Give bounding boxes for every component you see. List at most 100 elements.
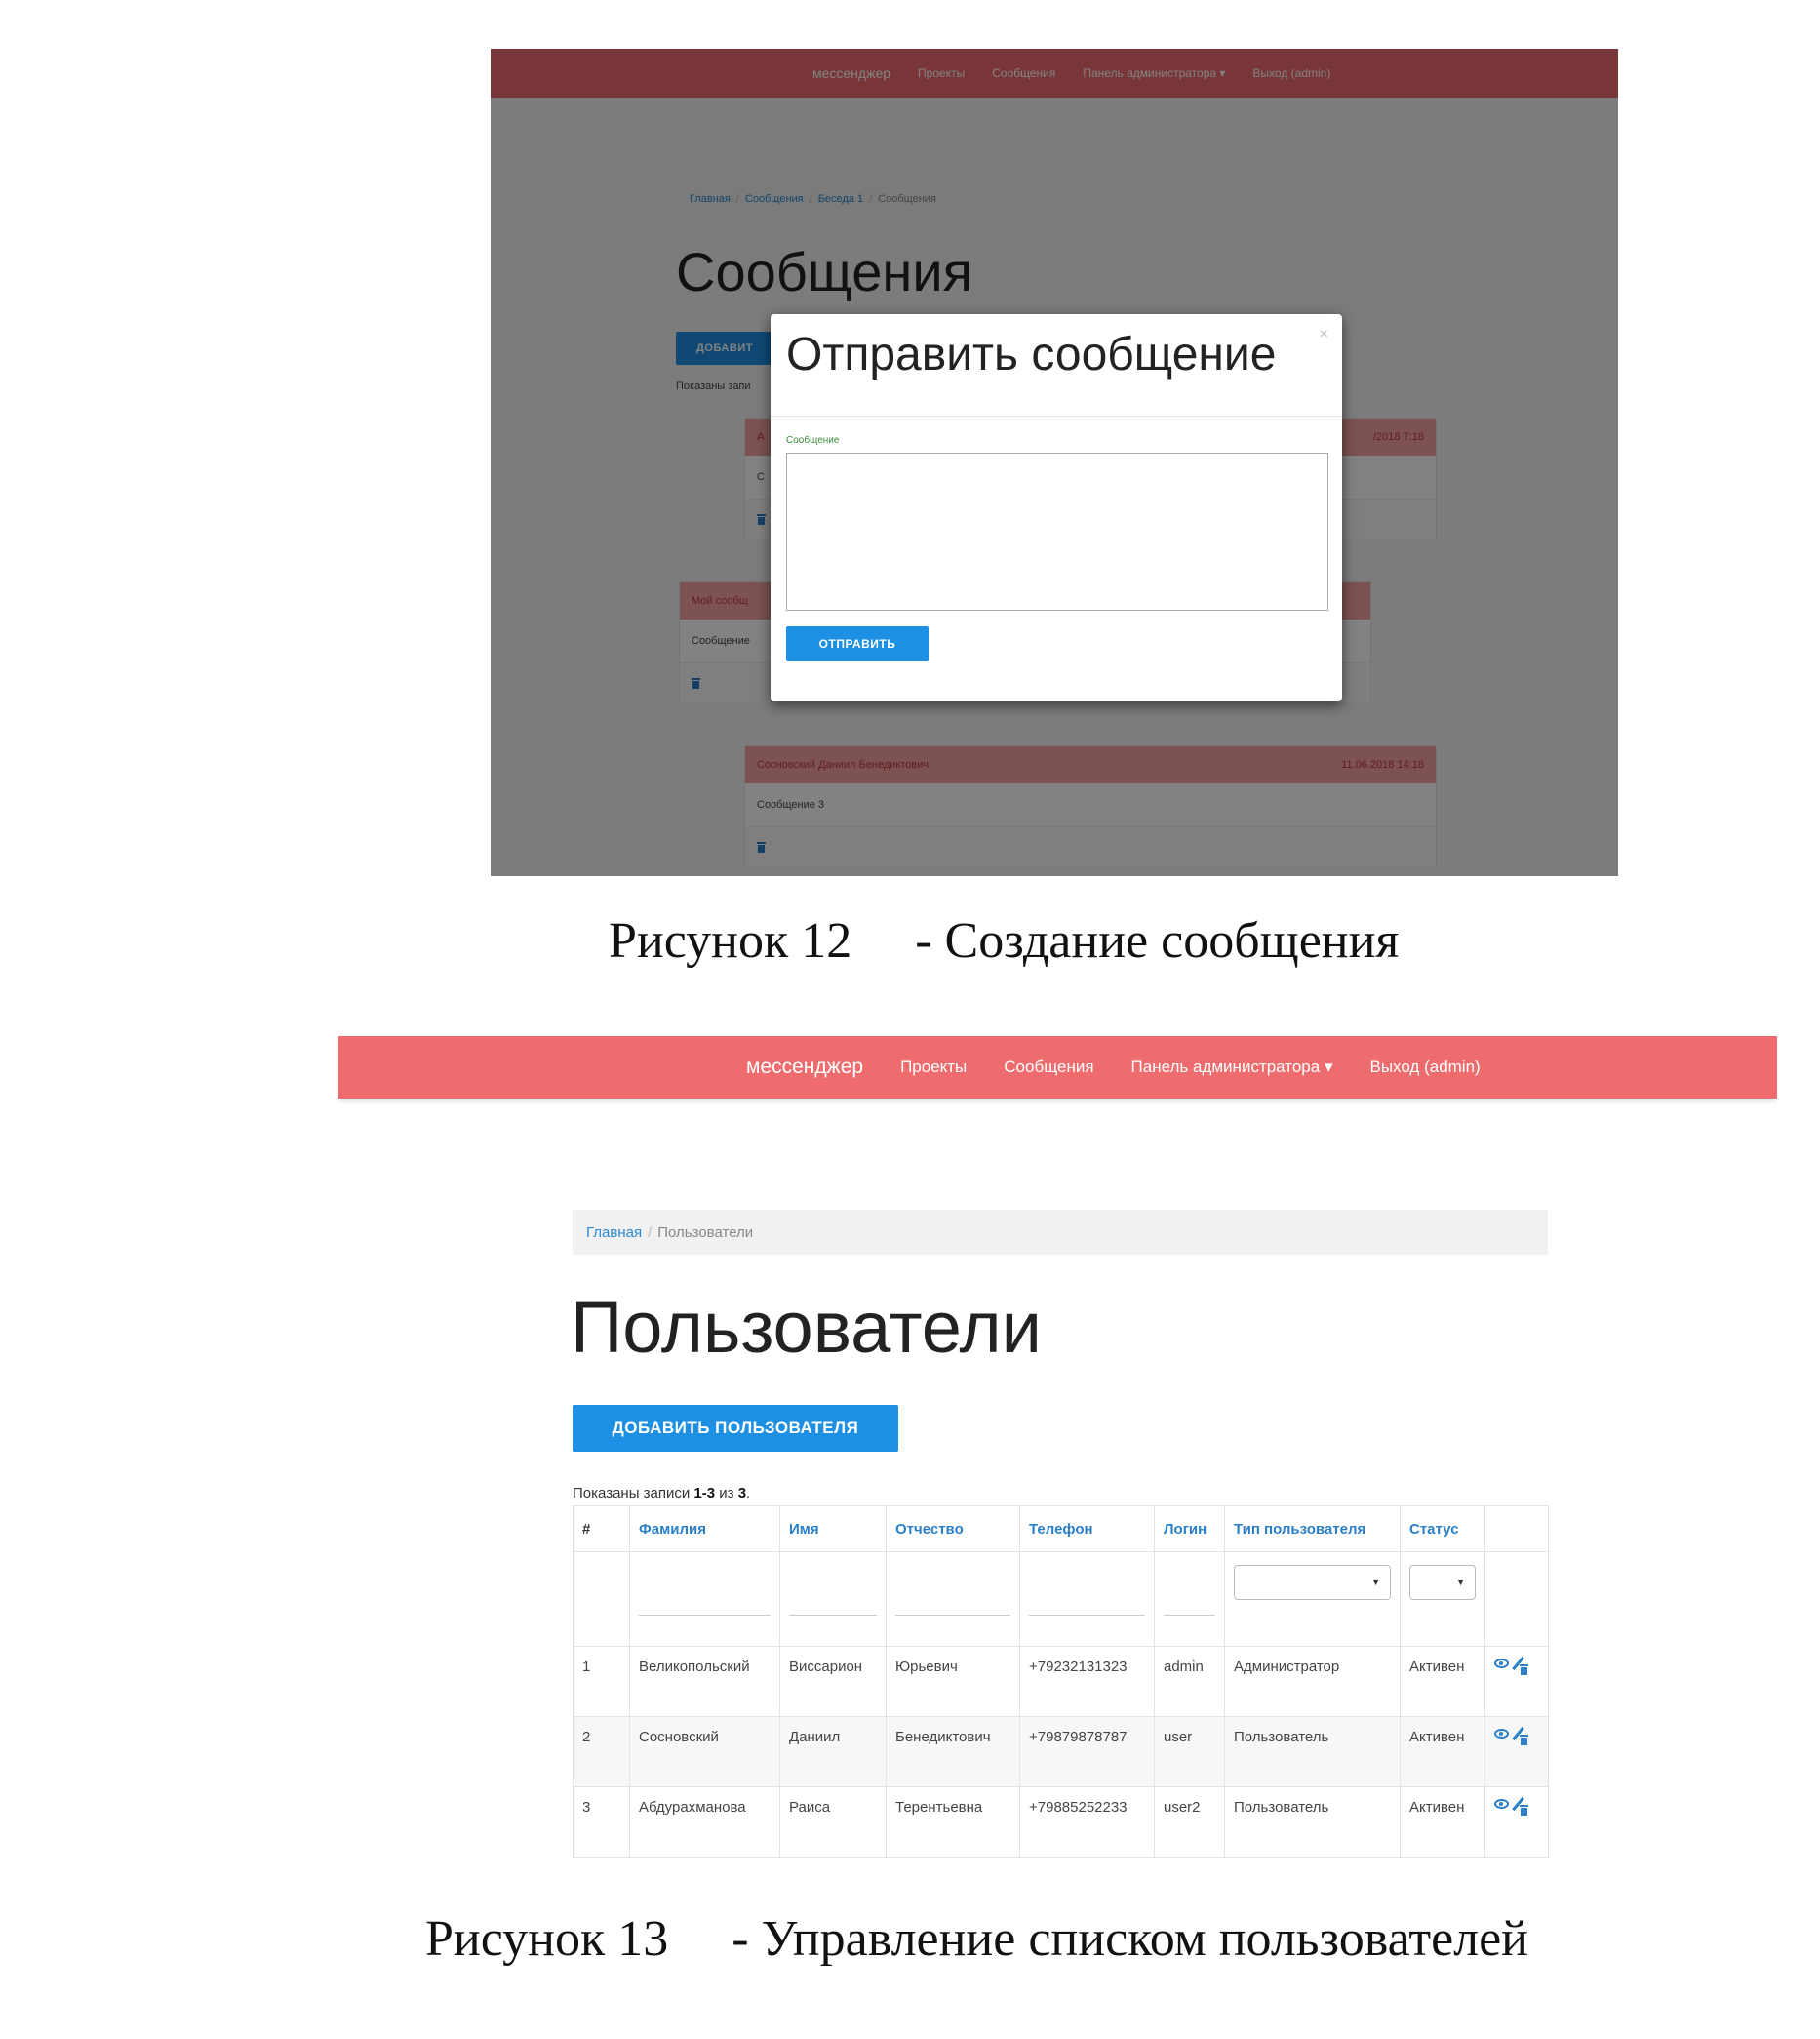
nav-item-projects[interactable]: Проекты [900, 1058, 967, 1077]
status-filter-select[interactable]: ▼ [1409, 1565, 1476, 1600]
filter-cell: ▼ [1224, 1551, 1401, 1647]
caret-down-icon: ▼ [1371, 1578, 1380, 1587]
cell-name: Раиса [779, 1786, 887, 1858]
summary-text: Показаны записи 1-3 из 3. [573, 1485, 750, 1501]
breadcrumb-home[interactable]: Главная [586, 1224, 642, 1241]
summary-range: 1-3 [693, 1485, 716, 1501]
filter-cell [1019, 1551, 1155, 1647]
figure-13-screenshot: мессенджер Проекты Сообщения Панель адми… [338, 1036, 1777, 1863]
cell-login: user2 [1154, 1786, 1225, 1858]
filter-cell [779, 1551, 887, 1647]
caption-label: Рисунок [425, 1911, 606, 1967]
add-user-button[interactable]: ДОБАВИТЬ ПОЛЬЗОВАТЕЛЯ [573, 1405, 898, 1452]
column-header-name[interactable]: Имя [779, 1505, 887, 1552]
cell-surname: Сосновский [629, 1716, 780, 1787]
summary-total: 3 [737, 1485, 747, 1501]
breadcrumb-current: Пользователи [657, 1223, 754, 1241]
table-row: 1 Великопольский Виссарион Юрьевич +7923… [573, 1646, 1549, 1717]
navbar-brand[interactable]: мессенджер [746, 1056, 863, 1079]
figure-12-screenshot: мессенджер Проекты Сообщения Панель адми… [491, 49, 1618, 876]
caption-number: 13 [617, 1911, 669, 1967]
cell-number: 2 [573, 1716, 630, 1787]
send-button[interactable]: ОТПРАВИТЬ [786, 626, 929, 661]
filter-cell [573, 1551, 630, 1647]
caption-number: 12 [801, 913, 852, 969]
summary-suffix: . [746, 1485, 751, 1501]
cell-login: user [1154, 1716, 1225, 1787]
trash-icon[interactable] [1520, 1805, 1528, 1816]
cell-patronymic: Бенедиктович [886, 1716, 1020, 1787]
column-header-actions [1484, 1505, 1549, 1552]
cell-phone: +79879878787 [1019, 1716, 1155, 1787]
filter-cell [629, 1551, 780, 1647]
cell-login: admin [1154, 1646, 1225, 1717]
login-filter-input[interactable] [1164, 1587, 1215, 1616]
modal-title: Отправить сообщение [786, 329, 1277, 380]
cell-status: Активен [1400, 1716, 1485, 1787]
nav-item-logout[interactable]: Выход (admin) [1369, 1058, 1480, 1077]
breadcrumb-separator: / [648, 1223, 653, 1241]
users-table: # Фамилия Имя Отчество Телефон Логин Тип… [573, 1505, 1549, 1858]
cell-actions [1484, 1786, 1549, 1858]
column-header-patronymic[interactable]: Отчество [886, 1505, 1020, 1552]
page-title: Пользователи [571, 1287, 1042, 1368]
cell-surname: Великопольский [629, 1646, 780, 1717]
filter-cell: ▼ [1400, 1551, 1485, 1647]
cell-phone: +79885252233 [1019, 1786, 1155, 1858]
modal-divider [771, 416, 1342, 417]
cell-status: Активен [1400, 1646, 1485, 1717]
column-header-phone[interactable]: Телефон [1019, 1505, 1155, 1552]
cell-status: Активен [1400, 1786, 1485, 1858]
column-header-user-type[interactable]: Тип пользователя [1224, 1505, 1401, 1552]
cell-actions [1484, 1716, 1549, 1787]
nav-item-messages[interactable]: Сообщения [1004, 1058, 1093, 1077]
filter-cell [886, 1551, 1020, 1647]
column-header-surname[interactable]: Фамилия [629, 1505, 780, 1552]
name-filter-input[interactable] [789, 1587, 877, 1616]
cell-name: Виссарион [779, 1646, 887, 1717]
cell-patronymic: Юрьевич [886, 1646, 1020, 1717]
caption-label: Рисунок [609, 913, 789, 969]
cell-user-type: Пользователь [1224, 1716, 1401, 1787]
figure-12-caption: Рисунок 12 - Создание сообщения [609, 912, 1399, 970]
trash-icon[interactable] [1520, 1664, 1528, 1675]
caption-text: - Управление списком пользователей [732, 1911, 1528, 1967]
send-message-modal: Отправить сообщение × Сообщение ОТПРАВИТ… [771, 314, 1342, 701]
cell-number: 1 [573, 1646, 630, 1717]
caret-down-icon: ▼ [1456, 1578, 1465, 1587]
message-textarea[interactable] [786, 453, 1328, 611]
message-field-label: Сообщение [786, 435, 840, 446]
surname-filter-input[interactable] [639, 1587, 771, 1616]
eye-icon[interactable] [1494, 1799, 1509, 1809]
cell-name: Даниил [779, 1716, 887, 1787]
cell-user-type: Пользователь [1224, 1786, 1401, 1858]
patronymic-filter-input[interactable] [895, 1587, 1010, 1616]
table-row: 2 Сосновский Даниил Бенедиктович +798798… [573, 1716, 1549, 1787]
summary-prefix: Показаны записи [573, 1485, 694, 1501]
caption-text: - Создание сообщения [915, 913, 1400, 969]
table-row: 3 Абдурахманова Раиса Терентьевна +79885… [573, 1786, 1549, 1858]
column-header-number: # [573, 1505, 630, 1552]
phone-filter-input[interactable] [1029, 1587, 1145, 1616]
table-header-row: # Фамилия Имя Отчество Телефон Логин Тип… [573, 1505, 1549, 1552]
eye-icon[interactable] [1494, 1729, 1509, 1739]
cell-patronymic: Терентьевна [886, 1786, 1020, 1858]
nav-item-admin-panel[interactable]: Панель администратора ▾ [1131, 1058, 1333, 1077]
figure-13-caption: Рисунок 13 - Управление списком пользова… [425, 1910, 1528, 1968]
breadcrumb: Главная / Пользователи [573, 1210, 1548, 1255]
column-header-login[interactable]: Логин [1154, 1505, 1225, 1552]
filter-row: ▼ ▼ [573, 1551, 1549, 1647]
cell-number: 3 [573, 1786, 630, 1858]
trash-icon[interactable] [1520, 1735, 1528, 1745]
filter-cell [1484, 1551, 1549, 1647]
cell-phone: +79232131323 [1019, 1646, 1155, 1717]
filter-cell [1154, 1551, 1225, 1647]
user-type-filter-select[interactable]: ▼ [1234, 1565, 1391, 1600]
navbar: мессенджер Проекты Сообщения Панель адми… [338, 1036, 1777, 1099]
close-icon[interactable]: × [1320, 326, 1328, 343]
eye-icon[interactable] [1494, 1659, 1509, 1668]
cell-actions [1484, 1646, 1549, 1717]
cell-user-type: Администратор [1224, 1646, 1401, 1717]
cell-surname: Абдурахманова [629, 1786, 780, 1858]
column-header-status[interactable]: Статус [1400, 1505, 1485, 1552]
